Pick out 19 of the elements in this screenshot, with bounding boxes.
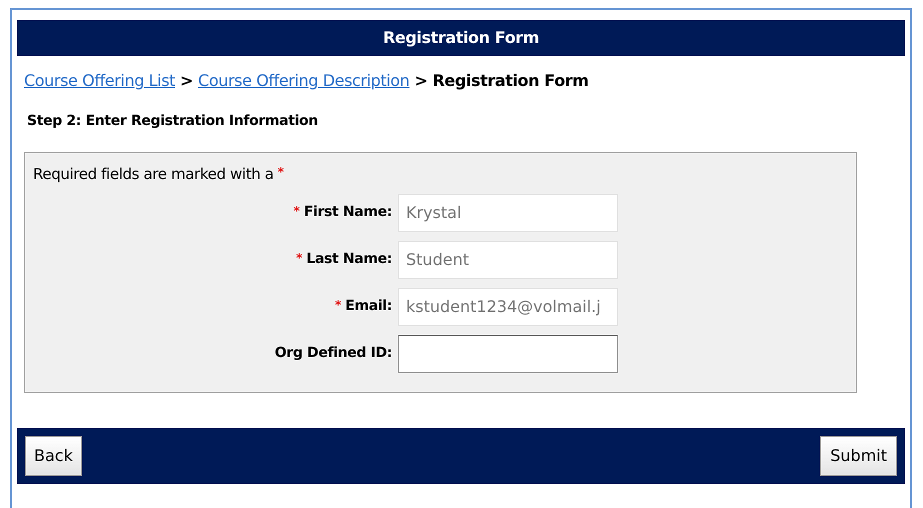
breadcrumb-separator: > (180, 70, 194, 92)
field-label: Last Name: (306, 250, 392, 269)
field-label: Org Defined ID: (274, 344, 392, 363)
required-marker: * (296, 250, 302, 267)
field-label: Email: (345, 297, 392, 316)
submit-button[interactable]: Submit (820, 436, 897, 476)
step-title: Step 2: Enter Registration Information (27, 112, 318, 130)
back-button[interactable]: Back (25, 436, 82, 476)
breadcrumb-current: Registration Form (432, 70, 589, 92)
required-marker: * (278, 164, 284, 181)
breadcrumb-link[interactable]: Course Offering Description (198, 69, 410, 93)
text-field[interactable] (398, 334, 618, 372)
field-label: First Name: (304, 203, 392, 222)
required-marker: * (335, 297, 342, 314)
required-marker: * (294, 203, 300, 220)
header-title: Registration Form (382, 27, 540, 49)
breadcrumb-link[interactable]: Course Offering List (24, 69, 176, 93)
breadcrumb-separator: > (414, 70, 428, 92)
required-note: Required fields are marked with a (33, 164, 274, 185)
